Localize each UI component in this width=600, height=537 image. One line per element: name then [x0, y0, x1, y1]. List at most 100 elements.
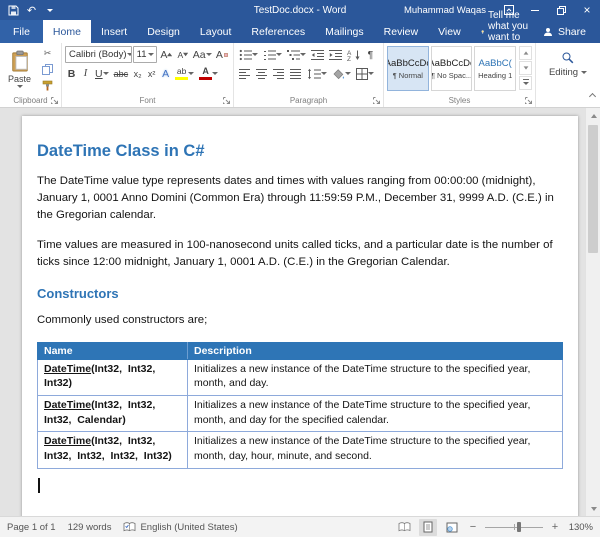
- highlight-button[interactable]: ab: [173, 65, 196, 82]
- underline-button[interactable]: U: [93, 65, 111, 82]
- document-heading2: Constructors: [37, 286, 563, 301]
- superscript-button[interactable]: x²: [145, 65, 158, 82]
- align-right-icon: [273, 68, 285, 80]
- paragraph-group-label: Paragraph: [234, 96, 383, 105]
- zoom-slider[interactable]: [485, 521, 543, 533]
- decrease-indent-button[interactable]: [309, 46, 326, 63]
- collapse-ribbon-button[interactable]: [590, 86, 595, 104]
- zoom-slider-thumb[interactable]: [517, 522, 521, 532]
- style-card-no-spacing[interactable]: AaBbCcDc ¶ No Spac...: [431, 46, 473, 91]
- method-link[interactable]: DateTime: [44, 399, 91, 411]
- font-dialog-launcher[interactable]: [222, 96, 231, 105]
- font-size-combo[interactable]: 11: [133, 46, 158, 63]
- tab-insert[interactable]: Insert: [91, 20, 137, 43]
- arrow-down-icon: [523, 66, 528, 69]
- styles-more-button[interactable]: [519, 76, 532, 90]
- tell-me-box[interactable]: Tell me what you want to do: [481, 20, 529, 43]
- format-painter-button[interactable]: [38, 78, 57, 93]
- tab-layout[interactable]: Layout: [190, 20, 242, 43]
- borders-button[interactable]: [354, 65, 376, 82]
- underline-icon: U: [95, 68, 103, 80]
- bullets-button[interactable]: [237, 46, 260, 63]
- web-layout-button[interactable]: [443, 519, 461, 536]
- font-name-combo[interactable]: Calibri (Body): [65, 46, 132, 63]
- undo-button[interactable]: ↶: [23, 1, 40, 19]
- sort-button[interactable]: AZ: [345, 46, 363, 63]
- maximize-button[interactable]: [548, 0, 574, 20]
- print-layout-button[interactable]: [419, 519, 437, 536]
- account-name[interactable]: Muhammad Waqas: [404, 5, 486, 16]
- page-indicator[interactable]: Page 1 of 1: [7, 522, 56, 533]
- lightbulb-icon: [481, 26, 484, 38]
- style-card-heading1[interactable]: AaBbC( Heading 1: [474, 46, 516, 91]
- document-page[interactable]: DateTime Class in C# The DateTime value …: [22, 116, 578, 516]
- styles-scroll-down-button[interactable]: [519, 61, 532, 75]
- strikethrough-button[interactable]: abc: [112, 65, 131, 82]
- read-mode-button[interactable]: [395, 519, 413, 536]
- style-card-normal[interactable]: AaBbCcDc ¶ Normal: [387, 46, 429, 91]
- change-case-button[interactable]: Aa: [191, 46, 213, 63]
- justify-button[interactable]: [288, 65, 304, 82]
- style-name: ¶ Normal: [393, 71, 423, 80]
- bold-button[interactable]: B: [65, 65, 78, 82]
- font-color-bar: [199, 77, 212, 80]
- close-icon: ×: [583, 3, 590, 17]
- word-count[interactable]: 129 words: [68, 522, 112, 533]
- align-center-button[interactable]: [254, 65, 270, 82]
- minimize-button[interactable]: [522, 0, 548, 20]
- zoom-level[interactable]: 130%: [567, 522, 593, 533]
- clear-formatting-button[interactable]: A: [214, 46, 230, 63]
- chevron-down-icon: [127, 53, 132, 56]
- shrink-font-button[interactable]: A: [175, 46, 190, 63]
- cut-button[interactable]: ✂: [38, 46, 57, 61]
- ribbon-display-options-button[interactable]: [496, 0, 522, 20]
- style-preview: AaBbCcDc: [431, 58, 473, 69]
- styles-group-label: Styles: [384, 96, 535, 105]
- multilevel-list-button[interactable]: [285, 46, 308, 63]
- proofing-status[interactable]: English (United States): [123, 522, 237, 533]
- tab-review[interactable]: Review: [374, 20, 428, 43]
- line-spacing-button[interactable]: [305, 65, 329, 82]
- paste-button[interactable]: Paste: [3, 46, 36, 92]
- arrow-down-icon: [183, 52, 188, 57]
- vertical-scrollbar[interactable]: [585, 108, 600, 516]
- copy-button[interactable]: [38, 62, 57, 77]
- zoom-out-button[interactable]: −: [467, 520, 479, 534]
- clipboard-dialog-launcher[interactable]: [50, 96, 59, 105]
- numbering-button[interactable]: [261, 46, 284, 63]
- chevron-up-icon: [589, 93, 596, 100]
- show-hide-marks-button[interactable]: ¶: [364, 46, 377, 63]
- qat-customize-button[interactable]: [41, 1, 58, 19]
- method-link[interactable]: DateTime: [44, 363, 91, 375]
- italic-button[interactable]: I: [79, 65, 92, 82]
- tab-view[interactable]: View: [428, 20, 471, 43]
- grow-font-button[interactable]: A: [158, 46, 174, 63]
- tab-home[interactable]: Home: [43, 20, 91, 43]
- scrollbar-thumb[interactable]: [588, 125, 598, 253]
- align-right-button[interactable]: [271, 65, 287, 82]
- share-button[interactable]: Share: [529, 20, 600, 43]
- tab-file[interactable]: File: [0, 20, 43, 43]
- zoom-in-button[interactable]: +: [549, 520, 561, 534]
- tab-mailings[interactable]: Mailings: [315, 20, 374, 43]
- shading-button[interactable]: [330, 65, 353, 82]
- align-left-button[interactable]: [237, 65, 253, 82]
- paragraph-dialog-launcher[interactable]: [372, 96, 381, 105]
- tab-design[interactable]: Design: [137, 20, 190, 43]
- close-button[interactable]: ×: [574, 0, 600, 20]
- scroll-down-button[interactable]: [586, 501, 600, 516]
- save-button[interactable]: [5, 1, 22, 19]
- document-paragraph: The DateTime value type represents dates…: [37, 173, 563, 224]
- increase-indent-button[interactable]: [327, 46, 344, 63]
- editing-dropdown-button[interactable]: Editing: [549, 46, 587, 78]
- method-link[interactable]: DateTime: [44, 435, 91, 447]
- styles-dialog-launcher[interactable]: [524, 96, 533, 105]
- tab-references[interactable]: References: [241, 20, 315, 43]
- subscript-button[interactable]: x₂: [131, 65, 144, 82]
- ribbon-tab-bar: File Home Insert Design Layout Reference…: [0, 20, 600, 43]
- scroll-up-button[interactable]: [586, 108, 600, 123]
- proofing-book-icon: [123, 522, 136, 532]
- font-color-button[interactable]: A: [197, 65, 220, 82]
- styles-scroll-up-button[interactable]: [519, 46, 532, 60]
- text-effects-button[interactable]: A: [159, 65, 172, 82]
